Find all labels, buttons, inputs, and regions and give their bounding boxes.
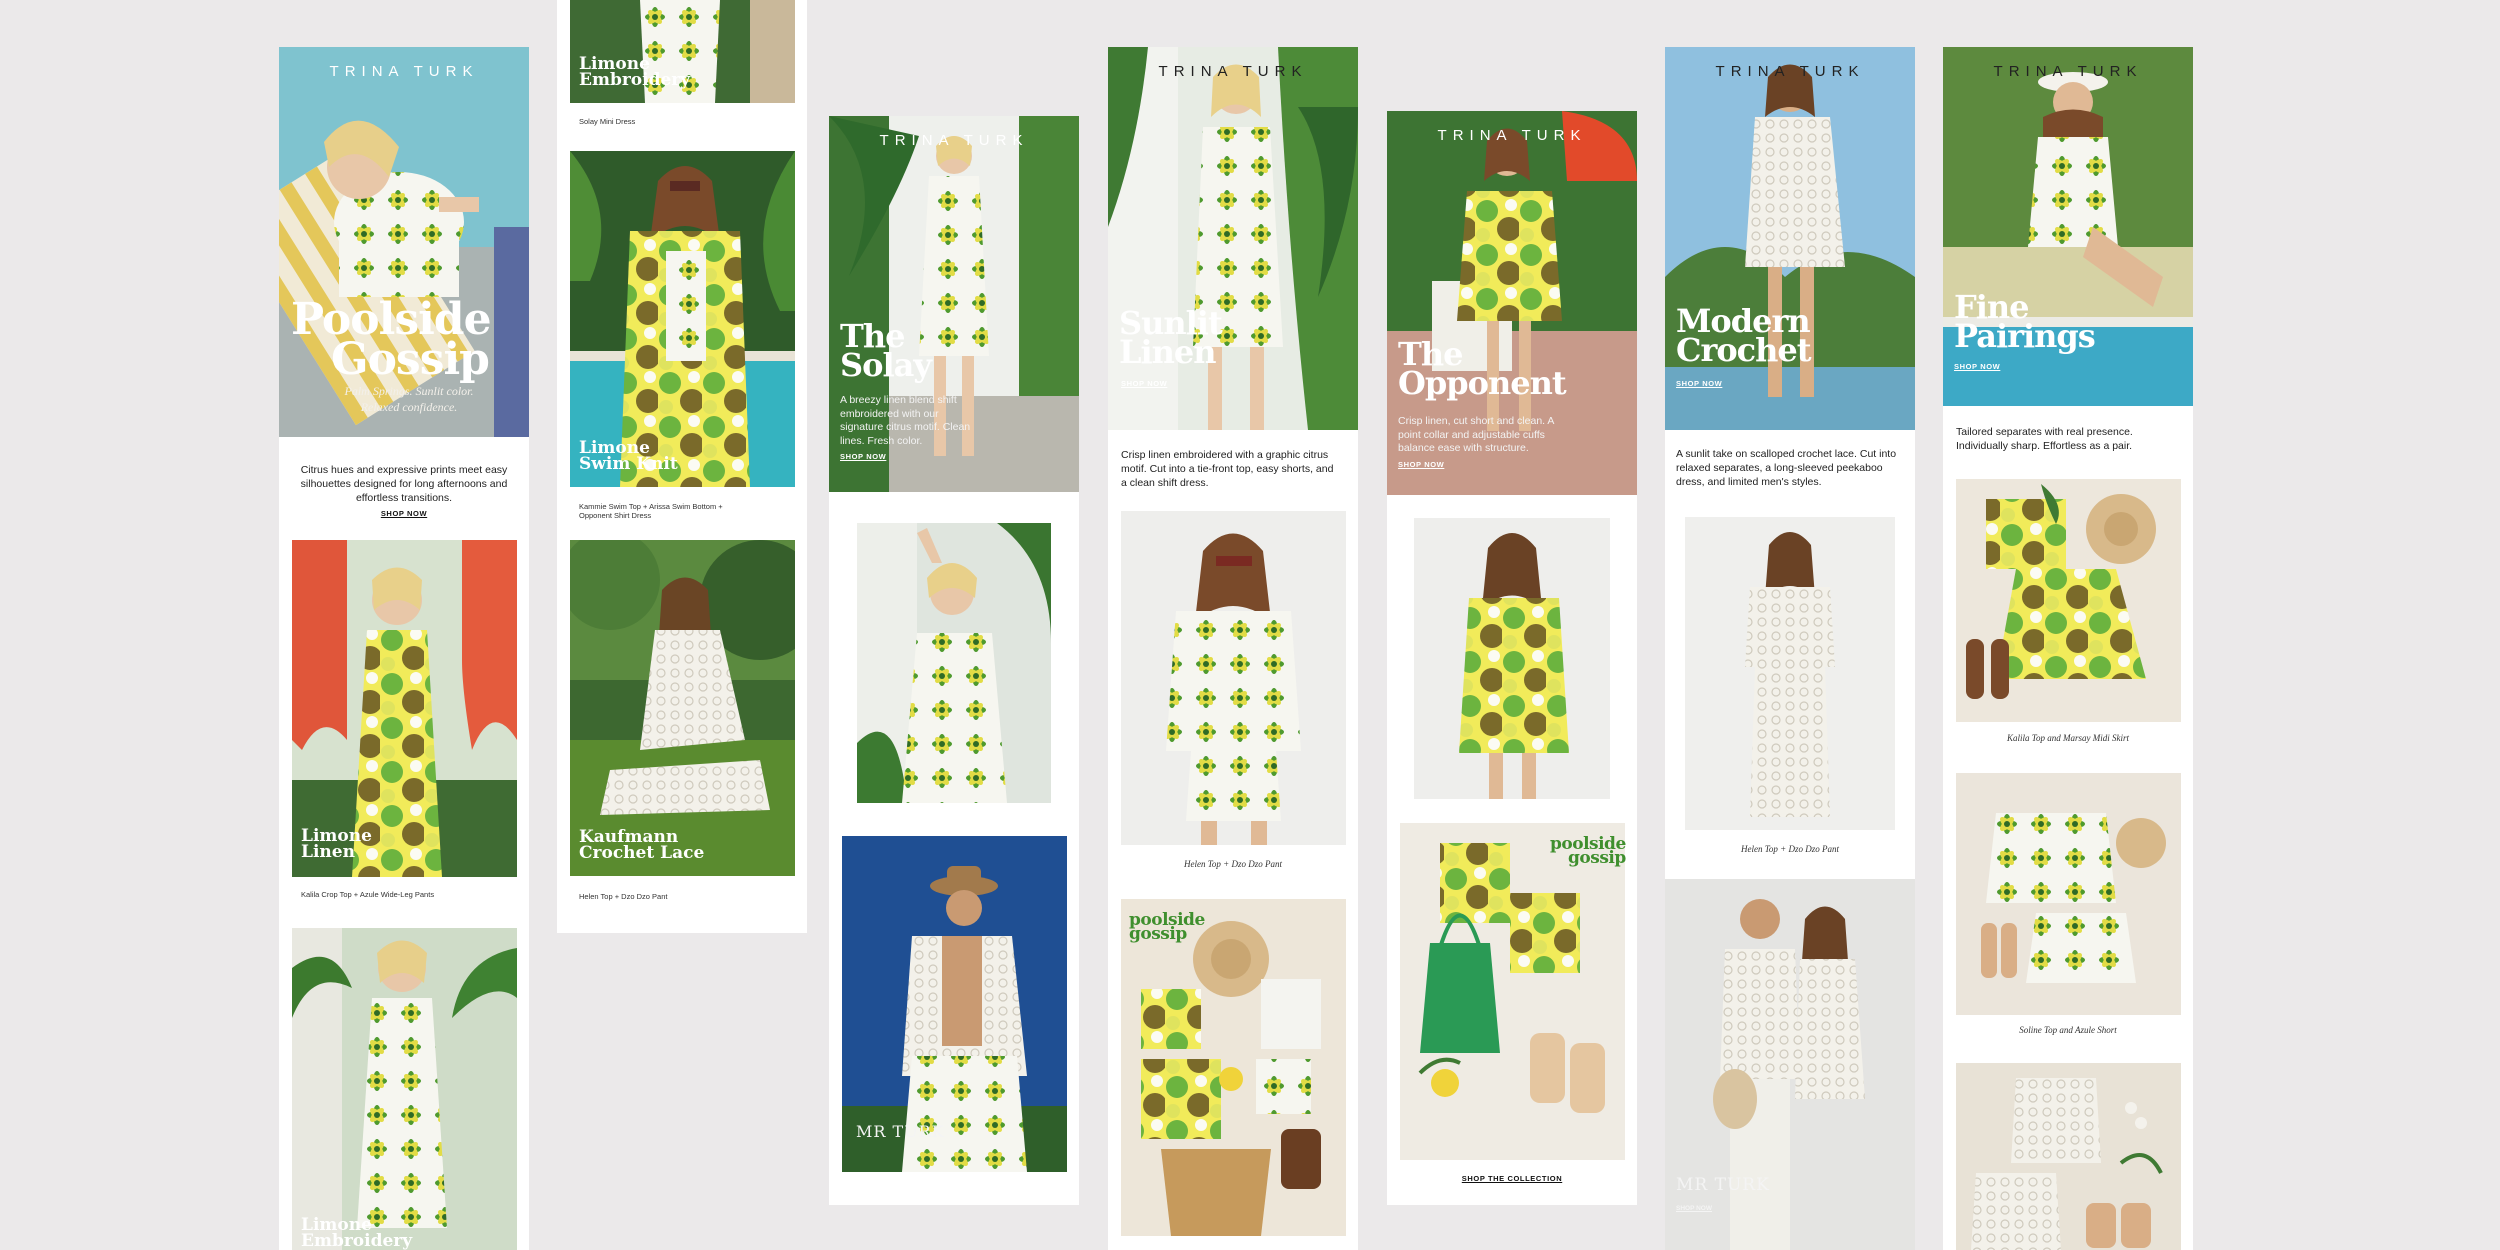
hero-headline: Modern Crochet xyxy=(1676,305,1812,370)
hero-headline-line-2: Linen xyxy=(1119,333,1217,372)
tile-title-limone-embroidery: Limone Embroidery xyxy=(579,55,691,91)
product-caption: Helen Top + Dzo Dzo Pant xyxy=(1741,844,1839,854)
shop-now-link[interactable]: SHOP NOW xyxy=(1954,362,2000,371)
hero-headline-line-2: Gossip xyxy=(331,334,490,386)
shop-now-link[interactable]: SHOP NOW xyxy=(1676,379,1722,388)
email-column-2: Limone Embroidery Solay Mini Dress Limon… xyxy=(557,0,807,933)
flatlay-kalila-marsay[interactable] xyxy=(1956,479,2181,722)
poolside-gossip-logo: poolside gossip xyxy=(1129,911,1205,943)
intro-copy: Citrus hues and expressive prints meet e… xyxy=(300,464,508,505)
hero-tagline-line-1: Palm Springs. Sunlit color. xyxy=(344,384,474,398)
email-column-7: TRINA TURK Fine Pairings SHOP NOW Tailor… xyxy=(1943,47,2193,1250)
hero-headline-line-2: Crochet xyxy=(1676,331,1812,370)
flatlay-poolside-gossip[interactable] xyxy=(1121,899,1346,1236)
shop-the-collection-link[interactable]: SHOP THE COLLECTION xyxy=(1387,1174,1637,1183)
flatlay-crochet-set[interactable] xyxy=(1956,1063,2181,1250)
poolside-gossip-logo: poolside gossip xyxy=(1550,835,1626,867)
brand-logo: TRINA TURK xyxy=(1715,63,1865,80)
mr-turk-logo: MR TURK xyxy=(856,1122,945,1141)
email-column-4: TRINA TURK Sunlit Linen SHOP NOW Crisp l… xyxy=(1108,47,1358,1250)
tile-title-line-2: Crochet Lace xyxy=(579,843,705,864)
hero-photo-sunlit-linen xyxy=(1108,47,1358,430)
hero-copy: Crisp linen, cut short and clean. A poin… xyxy=(1398,415,1554,455)
tile-title-line-2: Swim Knit xyxy=(579,454,678,475)
intro-copy: Crisp linen embroidered with a graphic c… xyxy=(1121,449,1334,490)
tile-title-line-2: Linen xyxy=(301,842,355,863)
brand-logo: TRINA TURK xyxy=(329,63,479,80)
tile-title-limone-swim-knit: Limone Swim Knit xyxy=(579,439,678,475)
tile-title-kaufmann-crochet: Kaufmann Crochet Lace xyxy=(579,828,705,864)
product-photo-solay-detail[interactable] xyxy=(857,523,1051,803)
mr-turk-logo: MR TURK xyxy=(1676,1175,1770,1195)
product-caption: Soline Top and Azule Short xyxy=(2019,1025,2117,1035)
tile-title-limone-linen: Limone Linen xyxy=(301,827,372,863)
brand-logo: TRINA TURK xyxy=(879,132,1029,149)
hero-headline: Poolside Gossip xyxy=(291,297,492,386)
hero-headline: The Opponent xyxy=(1398,338,1567,403)
hero-tagline-line-2: Relaxed confidence. xyxy=(360,400,458,415)
hero-copy: A breezy linen blend shift embroidered w… xyxy=(840,394,971,447)
email-column-5: TRINA TURK The Opponent Crisp linen, cut… xyxy=(1387,111,1637,1205)
product-photo-kaufmann-crochet[interactable] xyxy=(570,540,795,876)
hero-headline-line-2: Pairings xyxy=(1954,317,2096,356)
mr-turk-shop-now-link[interactable]: SHOP NOW xyxy=(1676,1205,1712,1212)
product-caption: Kalila Top and Marsay Midi Skirt xyxy=(2007,733,2129,743)
tile-title-line-2: Embroidery xyxy=(579,70,691,91)
shop-now-link[interactable]: SHOP NOW xyxy=(1398,460,1444,469)
flatlay-poolside-gossip[interactable] xyxy=(1400,823,1625,1160)
product-photo-opponent-dress[interactable] xyxy=(1414,518,1610,799)
product-photo-helen-top[interactable] xyxy=(1121,511,1346,845)
product-photo-limone-embroidery[interactable] xyxy=(292,928,517,1250)
tile-title-line-2: Embroidery xyxy=(301,1231,413,1250)
shop-now-link[interactable]: SHOP NOW xyxy=(1121,379,1167,388)
email-column-6: TRINA TURK Modern Crochet SHOP NOW A sun… xyxy=(1665,47,1915,1250)
product-caption: Kammie Swim Top + Arissa Swim Bottom + O… xyxy=(579,502,723,521)
shop-now-link[interactable]: SHOP NOW xyxy=(840,452,886,461)
hero-headline: Fine Pairings xyxy=(1954,291,2096,356)
brand-logo: TRINA TURK xyxy=(1437,127,1587,144)
product-photo-limone-swim-knit[interactable] xyxy=(570,151,795,487)
product-caption: Kalila Crop Top + Azule Wide-Leg Pants xyxy=(301,890,435,899)
product-photo-helen-crochet[interactable] xyxy=(1685,517,1895,830)
intro-copy: Tailored separates with real presence. I… xyxy=(1956,426,2133,453)
email-column-3: TRINA TURK The Solay A breezy linen blen… xyxy=(829,116,1079,1205)
product-caption: Solay Mini Dress xyxy=(579,117,636,126)
product-caption: Helen Top + Dzo Dzo Pant xyxy=(579,892,668,901)
email-column-1: TRINA TURK Poolside Gossip Palm Springs.… xyxy=(279,47,529,1250)
hero-headline: The Solay xyxy=(840,320,932,385)
hero-tagline: Palm Springs. Sunlit color. Relaxed conf… xyxy=(309,383,509,415)
tile-title-limone-embroidery: Limone Embroidery xyxy=(301,1216,413,1250)
hero-headline-line-2: Solay xyxy=(840,346,932,385)
brand-logo: TRINA TURK xyxy=(1993,63,2143,80)
flatlay-soline-azule[interactable] xyxy=(1956,773,2181,1015)
intro-copy: A sunlit take on scalloped crochet lace.… xyxy=(1676,448,1897,489)
hero-headline-line-2: Opponent xyxy=(1398,364,1567,403)
product-caption: Helen Top + Dzo Dzo Pant xyxy=(1184,859,1282,869)
shop-now-link[interactable]: SHOP NOW xyxy=(279,509,529,518)
hero-headline: Sunlit Linen xyxy=(1119,307,1223,372)
hero-photo-modern-crochet xyxy=(1665,47,1915,430)
brand-logo: TRINA TURK xyxy=(1158,63,1308,80)
